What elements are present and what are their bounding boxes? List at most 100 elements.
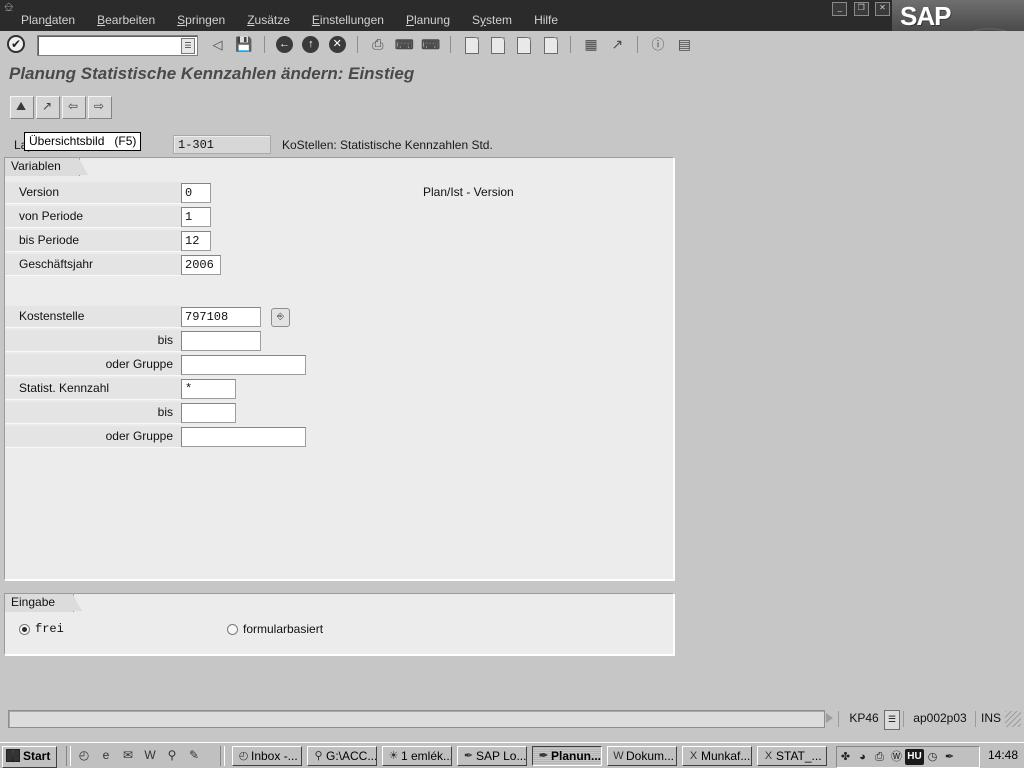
field-input-kostenstelle-0[interactable]: 797108	[181, 307, 261, 327]
input-mode-radio-row: frei formularbasiert	[19, 620, 659, 640]
taskbar-item[interactable]: ✒ Planun...	[532, 746, 602, 766]
chart-button[interactable]: ↗	[36, 96, 60, 119]
first-page-icon[interactable]	[461, 34, 482, 55]
sap-logo: SAP	[892, 0, 1024, 31]
field-label: Kostenstelle	[5, 306, 181, 328]
application-toolbar: ⛰ ↗ ⇦ ⇨	[0, 91, 1024, 122]
session-info-icon[interactable]: ☰	[884, 710, 900, 730]
field-label: bis	[5, 402, 181, 424]
field-input-von-periode[interactable]: 1	[181, 207, 211, 227]
field-input-bis-periode[interactable]: 12	[181, 231, 211, 251]
network-icon[interactable]: ✤	[837, 749, 854, 765]
field-row: von Periode 1	[5, 206, 671, 230]
taskbar-item[interactable]: W Dokum...	[607, 746, 677, 766]
main-content: Layout 1-301 KoStellen: Statistische Ken…	[0, 121, 1024, 706]
layout-description: KoStellen: Statistische Kennzahlen Std.	[282, 138, 493, 152]
usb-device-icon[interactable]: ✒	[941, 749, 958, 765]
taskbar-item[interactable]: ◴ Inbox -...	[232, 746, 302, 766]
previous-page-icon[interactable]	[487, 34, 508, 55]
menu-item-system[interactable]: System	[461, 11, 523, 29]
enter-check-icon[interactable]: ✔	[7, 35, 25, 53]
layout-row: Layout 1-301 KoStellen: Statistische Ken…	[0, 132, 680, 157]
exit-icon[interactable]: ↑	[300, 34, 321, 55]
command-field[interactable]: ☰	[37, 35, 198, 56]
clock-tool-icon[interactable]: ◷	[924, 749, 941, 765]
menu-item-plandaten[interactable]: Plandaten	[10, 11, 86, 29]
taskbar-item-label: STAT_...	[776, 749, 822, 763]
next-page-icon[interactable]	[513, 34, 534, 55]
navigation-buttons: ◁ 💾 ← ↑ ✕ ⎙ ⌨ ⌨ ▦ ↗ ⓘ ▤	[206, 34, 696, 55]
taskbar-item[interactable]: X Munkaf...	[682, 746, 752, 766]
minimize-button[interactable]: _	[832, 2, 848, 16]
help-icon[interactable]: ⓘ	[648, 34, 669, 55]
status-system: ap002p03	[913, 711, 967, 725]
radio-frei[interactable]	[19, 624, 30, 635]
field-input-bis-4[interactable]	[181, 403, 236, 423]
taskbar-item[interactable]: ✒ SAP Lo...	[457, 746, 527, 766]
field-input-oder-gruppe-2[interactable]	[181, 355, 306, 375]
mail-icon: ◴	[238, 750, 249, 762]
menu-item-bearbeiten[interactable]: Bearbeiten	[86, 11, 166, 29]
print-icon[interactable]: ⎙	[367, 34, 388, 55]
show-desktop-icon[interactable]: ◴	[74, 746, 94, 766]
search-help-icon[interactable]: ⎆	[271, 308, 290, 327]
taskbar-item[interactable]: X STAT_...	[757, 746, 827, 766]
layout-menu-icon[interactable]: ▤	[674, 34, 695, 55]
word-icon[interactable]: W	[140, 746, 160, 766]
internet-explorer-icon[interactable]: e	[96, 746, 116, 766]
field-input-statist--kennzahl-3[interactable]: *	[181, 379, 236, 399]
menu-item-hilfe[interactable]: Hilfe	[523, 11, 569, 29]
menu-item-springen[interactable]: Springen	[166, 11, 236, 29]
back-green-icon[interactable]: ←	[274, 34, 295, 55]
taskbar-item-label: Inbox -...	[251, 749, 298, 763]
close-button[interactable]: ✕	[875, 2, 890, 16]
field-row: bis Periode 12	[5, 230, 671, 254]
find-icon[interactable]: ⌨	[394, 34, 415, 55]
outlook-express-icon[interactable]: ✉	[118, 746, 138, 766]
start-button[interactable]: Start	[2, 746, 58, 768]
save-icon[interactable]: 💾	[233, 34, 254, 55]
find-next-icon[interactable]: ⌨	[420, 34, 441, 55]
sap-logon-icon: ✒	[463, 750, 474, 762]
command-history-icon[interactable]: ☰	[181, 38, 195, 54]
cancel-icon[interactable]: ✕	[327, 34, 348, 55]
menu-item-planung[interactable]: Planung	[395, 11, 461, 29]
antivirus-icon[interactable]: Ⓦ	[888, 749, 905, 765]
create-shortcut-icon[interactable]: ↗	[607, 34, 628, 55]
layout-value[interactable]: 1-301	[173, 135, 271, 154]
next-layout-button[interactable]: ⇨	[88, 96, 112, 119]
compose-mail-icon[interactable]: ✎	[184, 746, 204, 766]
quick-launch-bar: ◴ e ✉ W ⚲ ✎	[74, 746, 206, 766]
taskbar-item[interactable]: ⚲ G:\ACC...	[307, 746, 377, 766]
field-input-version[interactable]: 0	[181, 183, 211, 203]
resize-grip[interactable]	[1005, 711, 1021, 727]
create-session-icon[interactable]: ▦	[581, 34, 602, 55]
start-button-label: Start	[23, 749, 51, 763]
command-input[interactable]	[38, 36, 180, 53]
taskbar-item[interactable]: ☀ 1 emlék...	[382, 746, 452, 766]
taskbar-item-label: G:\ACC...	[326, 749, 377, 763]
overview-screen-button[interactable]: ⛰	[10, 96, 34, 119]
windows-taskbar: Start ◴ e ✉ W ⚲ ✎ ◴ Inbox -... ⚲ G:\ACC... ☀ 1 eml…	[0, 742, 1024, 768]
status-expand-icon[interactable]	[826, 713, 833, 723]
restore-button[interactable]: ❐	[853, 2, 869, 16]
language-indicator[interactable]: HU	[905, 749, 924, 765]
field-input-oder-gruppe-5[interactable]	[181, 427, 306, 447]
back-arrow-icon[interactable]: ◁	[207, 34, 228, 55]
volume-icon[interactable]: ◕	[854, 749, 871, 765]
radio-frei-label: frei	[35, 622, 64, 636]
radio-formularbasiert[interactable]	[227, 624, 238, 635]
excel-doc-icon: X	[689, 750, 698, 762]
menu-item-zus-tze[interactable]: Zusätze	[236, 11, 301, 29]
last-page-icon[interactable]	[540, 34, 561, 55]
menu-bar: ⎒ Plandaten Bearbeiten Springen Zusätze Eins…	[0, 0, 1024, 31]
search-icon[interactable]: ⚲	[162, 746, 182, 766]
field-row: Geschäftsjahr 2006	[5, 254, 671, 278]
menu-item-einstellungen[interactable]: Einstellungen	[301, 11, 395, 29]
previous-layout-button[interactable]: ⇦	[62, 96, 86, 119]
field-input-gesch-ftsjahr[interactable]: 2006	[181, 255, 221, 275]
field-input-bis-1[interactable]	[181, 331, 261, 351]
windows-flag-icon	[6, 749, 20, 762]
printer-icon[interactable]: ⎙	[871, 749, 888, 765]
sap-gui-window: ⎒ Plandaten Bearbeiten Springen Zusätze Eins…	[0, 0, 1024, 768]
